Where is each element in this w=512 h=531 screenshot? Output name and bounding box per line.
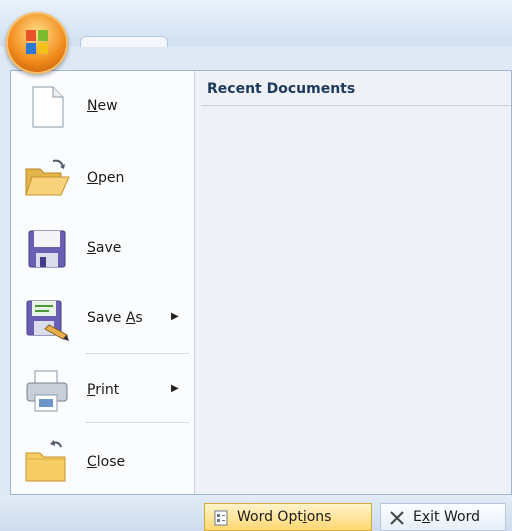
menu-item-label: Close <box>87 454 126 470</box>
menu-item-save-as[interactable]: Save As ▶ <box>15 283 191 349</box>
menu-item-label: Print <box>87 382 120 398</box>
quick-access-bar <box>0 0 512 47</box>
menu-item-label: Save <box>87 240 122 256</box>
submenu-arrow-icon: ▶ <box>171 383 179 394</box>
menu-item-save[interactable]: Save <box>15 213 191 279</box>
office-button[interactable] <box>6 12 68 74</box>
menu-divider <box>85 353 189 354</box>
close-folder-icon <box>25 440 66 482</box>
word-options-button[interactable]: Word Options <box>204 503 372 531</box>
office-logo-icon <box>26 30 48 54</box>
open-folder-icon <box>25 159 70 196</box>
menu-item-label: Open <box>87 170 125 186</box>
recent-documents-pane: Recent Documents <box>195 71 511 494</box>
menu-item-label: Save As <box>87 310 143 326</box>
printer-icon <box>26 370 68 412</box>
ribbon-tab[interactable] <box>80 36 168 47</box>
menu-item-close[interactable]: Close <box>15 427 191 493</box>
word-options-label: Word Options <box>237 509 332 525</box>
menu-divider <box>85 422 189 423</box>
recent-documents-title: Recent Documents <box>207 81 356 97</box>
menu-item-new[interactable]: New <box>15 71 191 137</box>
submenu-arrow-icon: ▶ <box>171 311 179 322</box>
save-floppy-icon <box>28 230 66 268</box>
menu-item-open[interactable]: Open <box>15 143 191 209</box>
command-list: New Open Save Save As ▶ Print ▶ Close <box>11 71 194 494</box>
menu-item-print[interactable]: Print ▶ <box>15 355 191 421</box>
options-icon <box>214 510 228 526</box>
new-document-icon <box>32 86 64 128</box>
recent-documents-divider <box>201 105 511 106</box>
menu-item-label: New <box>87 98 118 114</box>
exit-word-button[interactable]: Exit Word <box>380 503 506 531</box>
exit-word-label: Exit Word <box>413 509 480 525</box>
office-menu: New Open Save Save As ▶ Print ▶ Close Re… <box>10 70 512 495</box>
save-as-icon <box>26 300 69 341</box>
close-x-icon <box>390 511 404 525</box>
